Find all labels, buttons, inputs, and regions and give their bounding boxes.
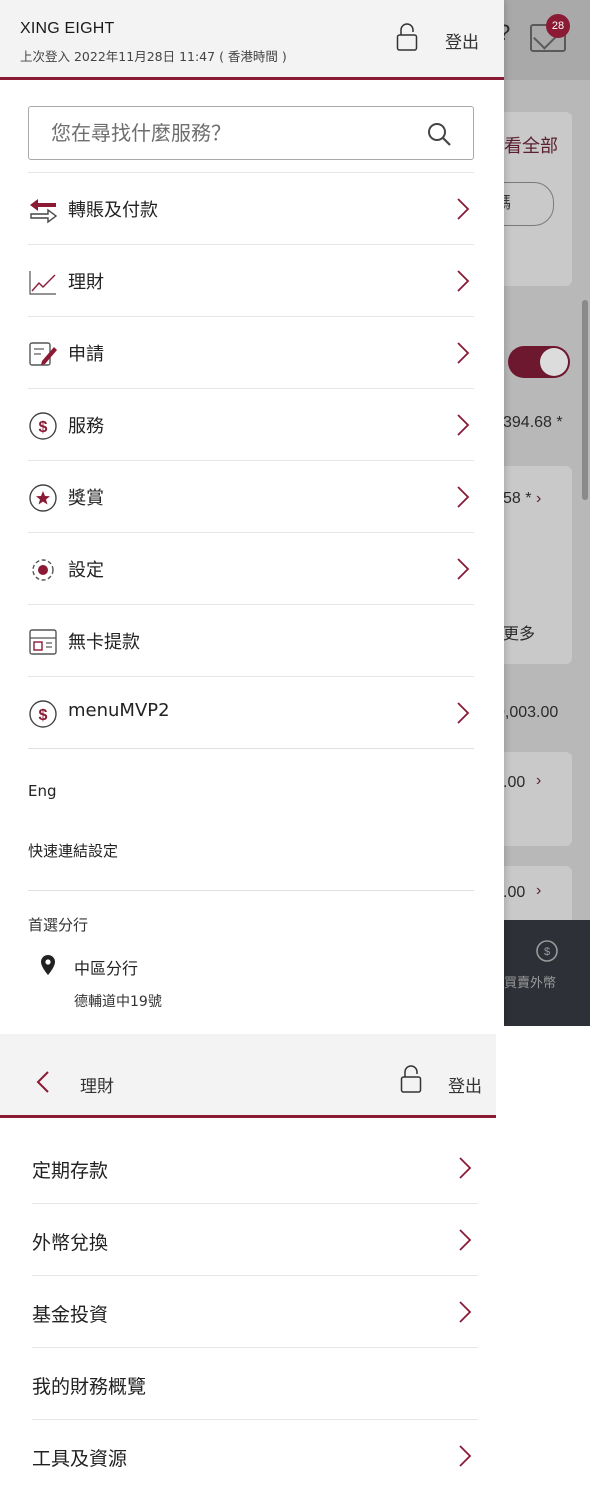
- background-balance: 394.68 *: [503, 414, 563, 431]
- menu-item-rewards[interactable]: 獎賞: [28, 460, 474, 532]
- menu-item-label: 設定: [68, 560, 104, 581]
- menu-item-label: 無卡提款: [68, 632, 140, 653]
- chevron-right-icon[interactable]: ›: [536, 490, 541, 508]
- drawer-header: XING EIGHT 上次登入 2022年11月28日 11:47 ( 香港時間…: [0, 0, 504, 80]
- submenu-panel: 理財 登出 定期存款 外幣兌換 基金投資 我的財務概覽 工具及資源: [0, 1026, 590, 1488]
- chevron-right-icon: [459, 1301, 472, 1323]
- chevron-right-icon[interactable]: ›: [536, 772, 541, 790]
- chart-icon: [29, 271, 56, 295]
- search-input[interactable]: [49, 117, 419, 149]
- edit-form-icon: [29, 342, 57, 366]
- menu-item-cardless-withdrawal[interactable]: 無卡提款: [28, 604, 474, 676]
- menu-item-label: 獎賞: [68, 488, 104, 509]
- balance-toggle[interactable]: [508, 346, 570, 378]
- submenu-header: 理財 登出: [0, 1034, 496, 1118]
- chevron-right-icon: [457, 414, 470, 436]
- atm-icon: [29, 629, 57, 655]
- quick-link-settings-link[interactable]: 快速連結設定: [28, 840, 118, 861]
- menu-item-label: 申請: [68, 344, 104, 365]
- submenu-item-label: 定期存款: [32, 1160, 109, 1182]
- background-more-link[interactable]: 更多: [503, 620, 535, 644]
- user-name: XING EIGHT: [20, 20, 115, 37]
- chevron-right-icon: [457, 198, 470, 220]
- submenu-item-label: 外幣兌換: [32, 1232, 109, 1254]
- submenu-item-fund-investment[interactable]: 基金投資: [32, 1276, 478, 1348]
- bottom-nav: $ 買賣外幣: [500, 920, 590, 1026]
- svg-text:$: $: [39, 707, 48, 724]
- back-chevron-icon[interactable]: [36, 1070, 50, 1094]
- gear-icon: [32, 559, 54, 581]
- submenu-item-fx-exchange[interactable]: 外幣兌換: [32, 1204, 478, 1276]
- menu-item-label: menuMVP2: [68, 700, 170, 721]
- view-all-link[interactable]: 看全部: [504, 132, 558, 158]
- submenu-item-tools-resources[interactable]: 工具及資源: [32, 1420, 478, 1492]
- location-pin-icon: [41, 955, 55, 975]
- chevron-right-icon: [459, 1229, 472, 1251]
- language-switch-link[interactable]: Eng: [28, 782, 57, 800]
- top-panel: 28 ? 看全部 碼 394.68 * 58 * › 更多 0,003.00 .…: [0, 0, 590, 1026]
- notification-badge: 28: [546, 14, 570, 38]
- chevron-right-icon[interactable]: ›: [536, 882, 541, 900]
- chevron-right-icon: [457, 702, 470, 724]
- menu-item-settings[interactable]: 設定: [28, 532, 474, 604]
- background-amount: .00: [503, 884, 526, 901]
- submenu-item-financial-overview[interactable]: 我的財務概覽: [32, 1348, 478, 1420]
- chevron-right-icon: [457, 342, 470, 364]
- logout-button[interactable]: 登出: [445, 28, 479, 53]
- transfer-icon: [30, 199, 58, 224]
- chevron-right-icon: [457, 558, 470, 580]
- menu-item-services[interactable]: $ 服務: [28, 388, 474, 460]
- star-circle-icon: [29, 484, 57, 512]
- chevron-right-icon: [459, 1445, 472, 1467]
- submenu-item-label: 我的財務概覽: [32, 1376, 147, 1398]
- menu-item-label: 理財: [68, 272, 104, 293]
- background-total: 0,003.00: [496, 704, 559, 721]
- menu-item-menumvp2[interactable]: $ menuMVP2: [28, 676, 474, 748]
- side-menu-drawer: XING EIGHT 上次登入 2022年11月28日 11:47 ( 香港時間…: [0, 0, 504, 1026]
- preferred-branch-title: 首選分行: [28, 916, 89, 934]
- search-box[interactable]: [28, 106, 474, 160]
- background-amount: .00: [503, 774, 526, 791]
- unlock-icon[interactable]: [400, 1064, 422, 1094]
- fx-nav-label[interactable]: 買賣外幣: [504, 972, 556, 991]
- menu-item-transfer[interactable]: 轉賬及付款: [28, 172, 474, 244]
- unlock-icon[interactable]: [396, 22, 418, 52]
- menu-item-wealth[interactable]: 理財: [28, 244, 474, 316]
- submenu-item-label: 基金投資: [32, 1304, 109, 1326]
- dollar-circle-icon: $: [29, 412, 57, 440]
- currency-exchange-icon[interactable]: $: [534, 938, 560, 964]
- svg-text:$: $: [39, 419, 48, 436]
- dollar-circle-icon: $: [29, 700, 57, 728]
- last-login-time: 上次登入 2022年11月28日 11:47 ( 香港時間 ): [20, 49, 287, 64]
- svg-text:$: $: [544, 946, 550, 958]
- branch-name: 中區分行: [74, 959, 139, 978]
- scrollbar[interactable]: [582, 300, 588, 500]
- logout-button[interactable]: 登出: [448, 1072, 482, 1097]
- menu-item-apply[interactable]: 申請: [28, 316, 474, 388]
- divider: [28, 748, 474, 749]
- chevron-right-icon: [457, 270, 470, 292]
- chevron-right-icon: [457, 486, 470, 508]
- submenu-item-time-deposit[interactable]: 定期存款: [32, 1132, 478, 1204]
- search-icon[interactable]: [426, 121, 452, 147]
- divider: [28, 890, 474, 891]
- chevron-right-icon: [459, 1157, 472, 1179]
- menu-item-label: 轉賬及付款: [68, 200, 158, 221]
- menu-item-label: 服務: [68, 416, 104, 437]
- background-amount: 58 *: [503, 490, 532, 507]
- submenu-item-label: 工具及資源: [32, 1448, 128, 1470]
- branch-address: 德輔道中19號: [74, 994, 162, 1010]
- submenu-title: 理財: [80, 1077, 114, 1097]
